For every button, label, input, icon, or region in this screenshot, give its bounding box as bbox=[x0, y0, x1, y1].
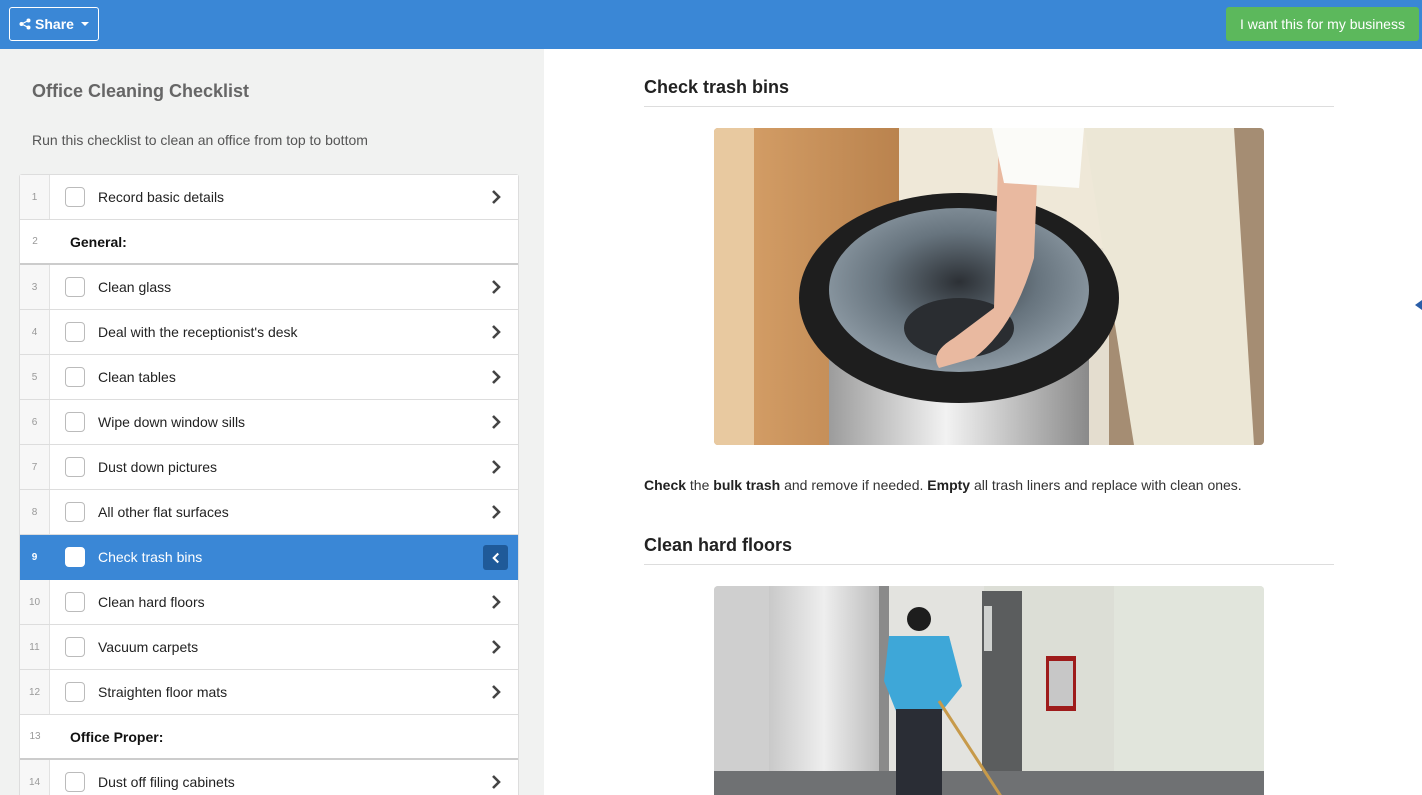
desc-bold: Check bbox=[644, 477, 687, 493]
checklist-item[interactable]: 11 Vacuum carpets bbox=[20, 625, 518, 670]
item-checkbox[interactable] bbox=[65, 457, 85, 477]
desc-text: and remove if needed. bbox=[780, 477, 928, 493]
section-title: Check trash bins bbox=[644, 77, 790, 97]
floor-cleaning-photo bbox=[714, 586, 1264, 795]
checklist-item[interactable]: 12 Straighten floor mats bbox=[20, 670, 518, 715]
checklist-heading: 2 General: bbox=[20, 220, 518, 265]
section-divider bbox=[644, 106, 1334, 107]
item-checkbox[interactable] bbox=[65, 547, 85, 567]
item-checkbox[interactable] bbox=[65, 502, 85, 522]
section-title: Clean hard floors bbox=[644, 535, 793, 555]
item-checkbox[interactable] bbox=[65, 187, 85, 207]
item-checkbox[interactable] bbox=[65, 682, 85, 702]
desc-bold: bulk trash bbox=[713, 477, 781, 493]
item-label: Deal with the receptionist's desk bbox=[98, 324, 298, 340]
item-number: 13 bbox=[20, 715, 50, 758]
chevron-right-icon[interactable] bbox=[488, 189, 504, 205]
checklist-title: Office Cleaning Checklist bbox=[32, 81, 250, 101]
item-number: 2 bbox=[20, 220, 50, 263]
share-icon bbox=[19, 18, 31, 30]
checklist-item[interactable]: 6 Wipe down window sills bbox=[20, 400, 518, 445]
item-label: All other flat surfaces bbox=[98, 504, 229, 520]
item-checkbox[interactable] bbox=[65, 637, 85, 657]
item-checkbox[interactable] bbox=[65, 412, 85, 432]
item-label: Straighten floor mats bbox=[98, 684, 228, 700]
item-label: Vacuum carpets bbox=[98, 639, 199, 655]
item-number: 9 bbox=[20, 535, 50, 579]
item-label: Record basic details bbox=[98, 189, 225, 205]
section-divider bbox=[644, 564, 1334, 565]
content-panel: Check trash bins Check the bulk trash an… bbox=[544, 49, 1422, 795]
item-label: Wipe down window sills bbox=[98, 414, 246, 430]
desc-text: the bbox=[686, 477, 714, 493]
item-number: 14 bbox=[20, 760, 50, 795]
item-checkbox[interactable] bbox=[65, 277, 85, 297]
chevron-right-icon[interactable] bbox=[488, 684, 504, 700]
item-number: 7 bbox=[20, 445, 50, 489]
item-number: 10 bbox=[20, 580, 50, 624]
checklist-item[interactable]: 7 Dust down pictures bbox=[20, 445, 518, 490]
checklist-heading: 13 Office Proper: bbox=[20, 715, 518, 760]
checklist-list: 1 Record basic details 2 General: 3 Clea… bbox=[19, 174, 519, 795]
chevron-right-icon[interactable] bbox=[488, 324, 504, 340]
checklist-item[interactable]: 8 All other flat surfaces bbox=[20, 490, 518, 535]
caret-down-icon bbox=[80, 22, 89, 26]
chevron-right-icon[interactable] bbox=[488, 414, 504, 430]
checklist-item[interactable]: 5 Clean tables bbox=[20, 355, 518, 400]
item-label: Check trash bins bbox=[98, 549, 203, 565]
chevron-right-icon[interactable] bbox=[488, 279, 504, 295]
chevron-right-icon[interactable] bbox=[488, 504, 504, 520]
checklist-item[interactable]: 10 Clean hard floors bbox=[20, 580, 518, 625]
item-label: Dust off filing cabinets bbox=[98, 774, 235, 790]
desc-bold: Empty bbox=[927, 477, 971, 493]
item-label: Clean glass bbox=[98, 279, 172, 295]
item-label: Clean tables bbox=[98, 369, 176, 385]
item-number: 12 bbox=[20, 670, 50, 714]
item-number: 3 bbox=[20, 265, 50, 309]
item-checkbox[interactable] bbox=[65, 367, 85, 387]
trash-bin-photo bbox=[714, 128, 1264, 445]
heading-label: General: bbox=[70, 233, 127, 250]
item-label: Dust down pictures bbox=[98, 459, 218, 475]
business-button[interactable]: I want this for my business bbox=[1226, 7, 1419, 41]
checklist-description: Run this checklist to clean an office fr… bbox=[32, 132, 368, 148]
item-checkbox[interactable] bbox=[65, 772, 85, 792]
checklist-item[interactable]: 1 Record basic details bbox=[20, 175, 518, 220]
checklist-item[interactable]: 14 Dust off filing cabinets bbox=[20, 760, 518, 795]
item-number: 11 bbox=[20, 625, 50, 669]
desc-text: all trash liners and replace with clean … bbox=[970, 477, 1242, 493]
item-checkbox[interactable] bbox=[65, 592, 85, 612]
chevron-right-icon[interactable] bbox=[488, 459, 504, 475]
item-label: Clean hard floors bbox=[98, 594, 205, 610]
chevron-right-icon[interactable] bbox=[488, 369, 504, 385]
chevron-right-icon[interactable] bbox=[488, 594, 504, 610]
share-label: Share bbox=[35, 16, 74, 32]
chevron-right-icon[interactable] bbox=[488, 639, 504, 655]
item-number: 8 bbox=[20, 490, 50, 534]
chevron-left-icon bbox=[491, 552, 499, 563]
item-checkbox[interactable] bbox=[65, 322, 85, 342]
heading-label: Office Proper: bbox=[70, 728, 164, 745]
checklist-item-active[interactable]: 9 Check trash bins bbox=[20, 535, 518, 580]
chevron-right-icon[interactable] bbox=[488, 774, 504, 790]
item-number: 5 bbox=[20, 355, 50, 399]
item-number: 4 bbox=[20, 310, 50, 354]
checklist-item[interactable]: 3 Clean glass bbox=[20, 265, 518, 310]
checklist-panel: Office Cleaning Checklist Run this check… bbox=[0, 49, 544, 795]
section-description: Check the bulk trash and remove if neede… bbox=[644, 477, 1242, 493]
checklist-item[interactable]: 4 Deal with the receptionist's desk bbox=[20, 310, 518, 355]
item-number: 6 bbox=[20, 400, 50, 444]
collapse-button[interactable] bbox=[483, 545, 508, 570]
top-bar: Share I want this for my business bbox=[0, 0, 1422, 49]
caret-left-icon[interactable] bbox=[1415, 300, 1422, 310]
item-number: 1 bbox=[20, 175, 50, 219]
share-button[interactable]: Share bbox=[9, 7, 99, 41]
